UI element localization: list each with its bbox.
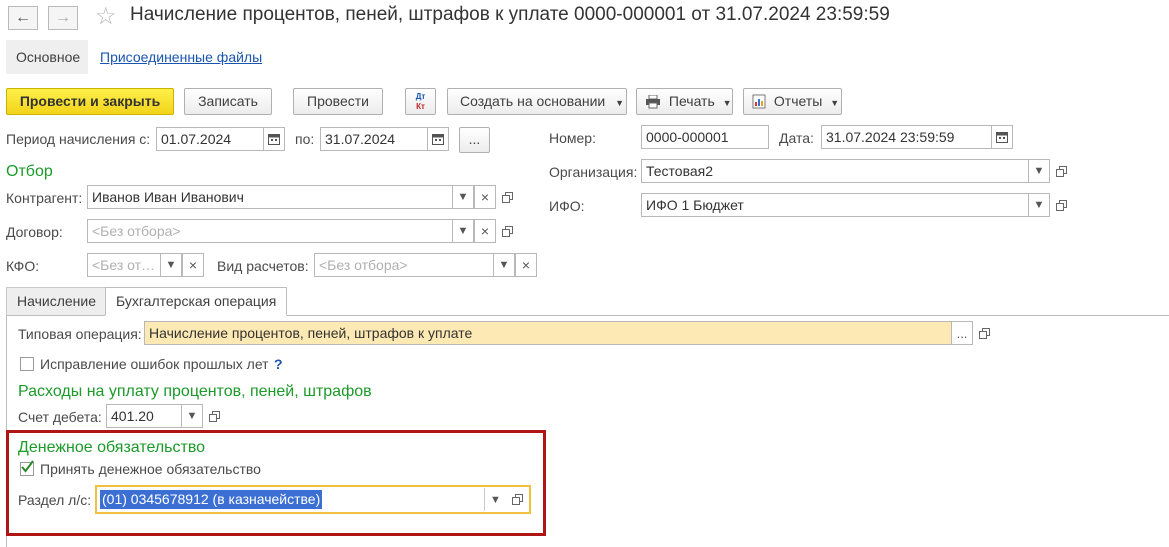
debit-account-label: Счет дебета: (18, 409, 102, 425)
open-icon[interactable] (496, 185, 518, 209)
open-icon[interactable] (973, 321, 995, 345)
section-label: Раздел л/с: (18, 492, 92, 508)
period-select-button[interactable]: ... (459, 127, 490, 153)
clear-icon[interactable]: × (474, 185, 496, 209)
period-from-input[interactable]: 01.07.2024 (156, 127, 264, 151)
favorite-star-icon[interactable]: ☆ (95, 2, 117, 31)
contract-label: Договор: (6, 224, 63, 240)
operation-select-button[interactable]: ... (951, 321, 973, 345)
tab-accrual[interactable]: Начисление (6, 287, 107, 315)
open-icon[interactable] (1050, 193, 1072, 217)
open-icon[interactable] (496, 219, 518, 243)
tab-accounting-operation[interactable]: Бухгалтерская операция (105, 287, 288, 316)
forward-button[interactable]: → (48, 6, 78, 30)
save-button[interactable]: Записать (184, 88, 272, 115)
report-icon (752, 94, 766, 109)
dropdown-arrow-icon[interactable]: ▼ (1028, 159, 1050, 183)
counterparty-label: Контрагент: (6, 190, 83, 206)
section-input[interactable]: (01) 0345678912 (в казначействе) (100, 490, 323, 509)
create-based-on-button[interactable]: Создать на основании ▼ (447, 88, 627, 115)
calc-type-input[interactable]: <Без отбора> (314, 253, 494, 277)
dropdown-arrow-icon: ▼ (830, 98, 840, 108)
checkmark-icon (21, 460, 34, 473)
dropdown-arrow-icon[interactable]: ▼ (160, 253, 182, 277)
period-to-label: по: (295, 131, 315, 147)
ifo-input[interactable]: ИФО 1 Бюджет (641, 193, 1029, 217)
reports-button[interactable]: Отчеты ▼ (743, 88, 842, 115)
printer-icon (645, 95, 661, 109)
accept-obligation-label: Принять денежное обязательство (40, 461, 261, 477)
attached-files-link[interactable]: Присоединенные файлы (100, 49, 262, 65)
organization-input[interactable]: Тестовая2 (641, 159, 1029, 183)
operation-input[interactable]: Начисление процентов, пеней, штрафов к у… (144, 321, 952, 345)
dropdown-arrow-icon[interactable]: ▼ (493, 253, 515, 277)
calendar-icon[interactable] (427, 127, 449, 151)
dropdown-arrow-icon[interactable]: ▼ (452, 185, 474, 209)
tab-main[interactable]: Основное (6, 40, 88, 74)
contract-input[interactable]: <Без отбора> (87, 219, 453, 243)
dropdown-arrow-icon: ▼ (615, 98, 625, 108)
open-icon[interactable] (1050, 159, 1072, 183)
dropdown-arrow-icon[interactable]: ▼ (452, 219, 474, 243)
help-icon[interactable]: ? (274, 356, 283, 372)
clear-icon[interactable]: × (515, 253, 537, 277)
dropdown-arrow-icon[interactable]: ▼ (1028, 193, 1050, 217)
forward-arrow-icon: → (55, 9, 71, 26)
number-label: Номер: (549, 130, 596, 146)
open-icon[interactable] (506, 488, 528, 511)
post-button[interactable]: Провести (293, 88, 383, 115)
organization-label: Организация: (549, 164, 638, 180)
prior-errors-label: Исправление ошибок прошлых лет (40, 356, 269, 372)
dt-kt-button[interactable]: Дт Кт (405, 88, 436, 115)
dropdown-arrow-icon: ▼ (722, 98, 732, 108)
operation-label: Типовая операция: (18, 326, 142, 342)
debit-account-input[interactable]: 401.20 (106, 404, 182, 428)
dt-kt-icon: Дт Кт (415, 92, 426, 111)
dropdown-arrow-icon[interactable]: ▼ (181, 404, 203, 428)
obligation-heading: Денежное обязательство (18, 439, 206, 456)
post-and-close-button[interactable]: Провести и закрыть (6, 88, 174, 115)
clear-icon[interactable]: × (474, 219, 496, 243)
back-arrow-icon: ← (15, 9, 31, 26)
period-from-label: Период начисления с: (6, 131, 151, 147)
accept-obligation-checkbox[interactable] (20, 460, 34, 476)
back-button[interactable]: ← (8, 6, 38, 30)
calc-type-label: Вид расчетов: (217, 258, 309, 274)
number-input[interactable]: 0000-000001 (641, 125, 769, 149)
window-title: Начисление процентов, пеней, штрафов к у… (130, 4, 890, 25)
clear-icon[interactable]: × (182, 253, 204, 277)
date-input[interactable]: 31.07.2024 23:59:59 (821, 125, 992, 149)
period-to-input[interactable]: 31.07.2024 (320, 127, 428, 151)
filter-heading: Отбор (6, 163, 53, 180)
dropdown-arrow-icon[interactable]: ▼ (484, 488, 506, 511)
expenses-heading: Расходы на уплату процентов, пеней, штра… (18, 383, 372, 400)
counterparty-input[interactable]: Иванов Иван Иванович (87, 185, 453, 209)
date-label: Дата: (779, 130, 814, 146)
print-button[interactable]: Печать ▼ (636, 88, 733, 115)
open-icon[interactable] (203, 404, 225, 428)
kfo-label: КФО: (6, 258, 40, 274)
calendar-icon[interactable] (991, 125, 1013, 149)
prior-errors-checkbox[interactable] (20, 357, 34, 371)
calendar-icon[interactable] (263, 127, 285, 151)
kfo-input[interactable]: <Без от… (87, 253, 161, 277)
ifo-label: ИФО: (549, 198, 585, 214)
